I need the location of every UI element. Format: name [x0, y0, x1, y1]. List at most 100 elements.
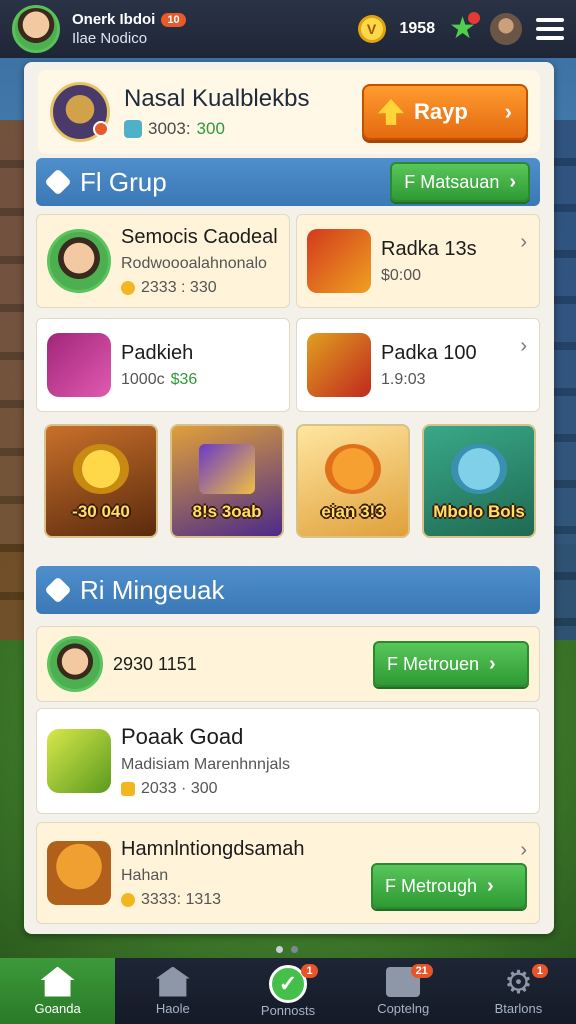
row-meta: 2033 · 300: [141, 780, 218, 797]
card-title: Radka 13s: [381, 237, 477, 260]
chevron-right-icon: ›: [509, 170, 516, 193]
coin-icon: V: [357, 15, 386, 43]
group-section-button[interactable]: F Matsauan ›: [390, 162, 530, 202]
card-title: Padka 100: [381, 341, 477, 364]
nav-item-settings[interactable]: ⚙ Btarlons 1: [461, 958, 576, 1024]
gear-icon: ⚙: [504, 963, 533, 1000]
reward-tile[interactable]: eian 3!3: [296, 424, 410, 538]
card-subtitle-green: $36: [170, 370, 198, 388]
group-section-header: Fl Grup F Matsauan ›: [36, 158, 540, 206]
page-dot-active: [276, 946, 283, 953]
player-level-badge: 10: [161, 12, 186, 27]
star-notification-dot: [468, 12, 480, 24]
kite-icon: [199, 444, 255, 494]
player-subtitle: Ilae Nodico: [72, 30, 148, 47]
home-icon: [40, 966, 75, 997]
nav-badge: 1: [301, 964, 318, 978]
nav-badge: 21: [410, 964, 433, 978]
row-action-label: F Metrough: [385, 875, 478, 896]
nav-label: Ponnosts: [260, 1002, 316, 1018]
nav-label: Haole: [155, 1000, 190, 1016]
top-resources: V 1958 ★: [357, 12, 564, 45]
hero-action-button[interactable]: Rayp ›: [362, 84, 528, 140]
gem-icon: [47, 729, 111, 793]
page-dot: [291, 946, 298, 953]
nav-item-posts[interactable]: ✓ Ponnosts 1: [230, 958, 345, 1024]
barn-icon: [155, 966, 190, 997]
card-subtitle: 1.9:03: [381, 370, 426, 388]
coin-count: 1958: [399, 20, 436, 37]
row-title: 2930 1151: [113, 653, 197, 674]
tile-label: 8!s 3oab: [192, 502, 262, 521]
page-indicator: [276, 946, 298, 953]
group-section-button-label: F Matsauan: [404, 171, 500, 192]
potion-icon: [307, 229, 371, 293]
star-icon[interactable]: ★: [449, 12, 480, 44]
ticket-icon: [47, 333, 111, 397]
group-card[interactable]: Padka 100 1.9:03 ›: [296, 318, 540, 412]
row-title: Hamnlntiongdsamah: [121, 837, 305, 860]
chevron-right-icon: ›: [489, 652, 496, 675]
card-avatar: [47, 636, 103, 692]
nav-label: Btarlons: [494, 1000, 543, 1016]
nav-label: Coptelng: [377, 1000, 430, 1016]
card-title: Semocis Caodeal: [121, 225, 278, 248]
chevron-right-icon: ›: [487, 874, 494, 897]
list-item[interactable]: Hamnlntiongdsamah Hahan 3333: 1313 › F M…: [36, 822, 540, 924]
main-panel: Nasal Kualblekbs 3003: 300 Rayp › Fl Gru…: [24, 62, 554, 934]
player-info: Onerk Ibdoi 10 Ilae Nodico: [72, 11, 186, 47]
mingeuak-section-header: Ri Mingeuak: [36, 566, 540, 614]
menu-icon[interactable]: [536, 18, 564, 40]
card-subtitle: $0:00: [381, 266, 422, 284]
nav-badge: 1: [531, 964, 549, 978]
nav-label: Goanda: [34, 1000, 81, 1016]
reward-tile[interactable]: -30 040: [44, 424, 158, 538]
row-subtitle: Madisiam Marenhnnjals: [121, 756, 290, 773]
reward-tile[interactable]: Mbolo Bols: [422, 424, 536, 538]
chevron-right-icon: ›: [520, 231, 527, 253]
row-meta: 3333: 1313: [141, 890, 222, 908]
list-item[interactable]: Poaak Goad Madisiam Marenhnnjals 2033 · …: [36, 708, 540, 814]
nav-item-screen[interactable]: Coptelng 21: [346, 958, 461, 1024]
dolphin-icon: [451, 444, 507, 494]
row-subtitle: Hahan: [121, 866, 169, 884]
hero-value: 3003:: [148, 119, 191, 138]
trophy-icon: [47, 841, 111, 905]
row-action-button[interactable]: F Metrough ›: [371, 863, 527, 909]
coin-pot-icon: [73, 444, 129, 494]
group-section-title: Fl Grup: [80, 166, 167, 197]
row-action-label: F Metrouen: [387, 653, 480, 674]
chevron-right-icon: ›: [520, 335, 527, 357]
card-subtitle: 1000c: [121, 370, 165, 388]
nav-item-home[interactable]: Goanda: [0, 958, 116, 1024]
hero-avatar-badge: [93, 121, 109, 137]
tile-label: Mbolo Bols: [433, 502, 525, 521]
hero-value-green: 300: [196, 119, 225, 138]
list-item[interactable]: 2930 1151 F Metrouen ›: [36, 626, 540, 702]
player-avatar[interactable]: [12, 5, 60, 53]
profile-icon[interactable]: [490, 13, 522, 45]
row-title: Poaak Goad: [121, 724, 244, 749]
group-card[interactable]: Semocis Caodeal Rodwoooalahnonalo 2333 :…: [36, 214, 290, 308]
arrow-up-icon: [378, 99, 404, 125]
nav-item-barn[interactable]: Haole: [115, 958, 230, 1024]
hero-title: Nasal Kualblekbs: [124, 85, 310, 112]
chevron-right-icon: ›: [520, 839, 527, 861]
coin-icon: [121, 280, 135, 295]
card-subtitle: Rodwoooalahnonalo: [121, 254, 267, 272]
reward-tile[interactable]: 8!s 3oab: [170, 424, 284, 538]
group-card[interactable]: Radka 13s $0:00 ›: [296, 214, 540, 308]
bottom-nav: Goanda Haole ✓ Ponnosts 1 Coptelng 21 ⚙ …: [0, 958, 576, 1024]
group-card[interactable]: Padkieh 1000c $36: [36, 318, 290, 412]
card-avatar: [47, 229, 111, 293]
tile-label: -30 040: [72, 502, 130, 521]
sun-mascot-icon: [325, 444, 381, 494]
row-action-button[interactable]: F Metrouen ›: [373, 641, 529, 687]
chevron-right-icon: ›: [504, 99, 512, 124]
hero-avatar: [50, 82, 110, 142]
section-icon: [44, 168, 72, 196]
top-bar: Onerk Ibdoi 10 Ilae Nodico V 1958 ★: [0, 0, 576, 58]
hero-action-label: Rayp: [414, 99, 468, 124]
section-icon: [44, 576, 72, 604]
gem-icon: [121, 782, 135, 796]
